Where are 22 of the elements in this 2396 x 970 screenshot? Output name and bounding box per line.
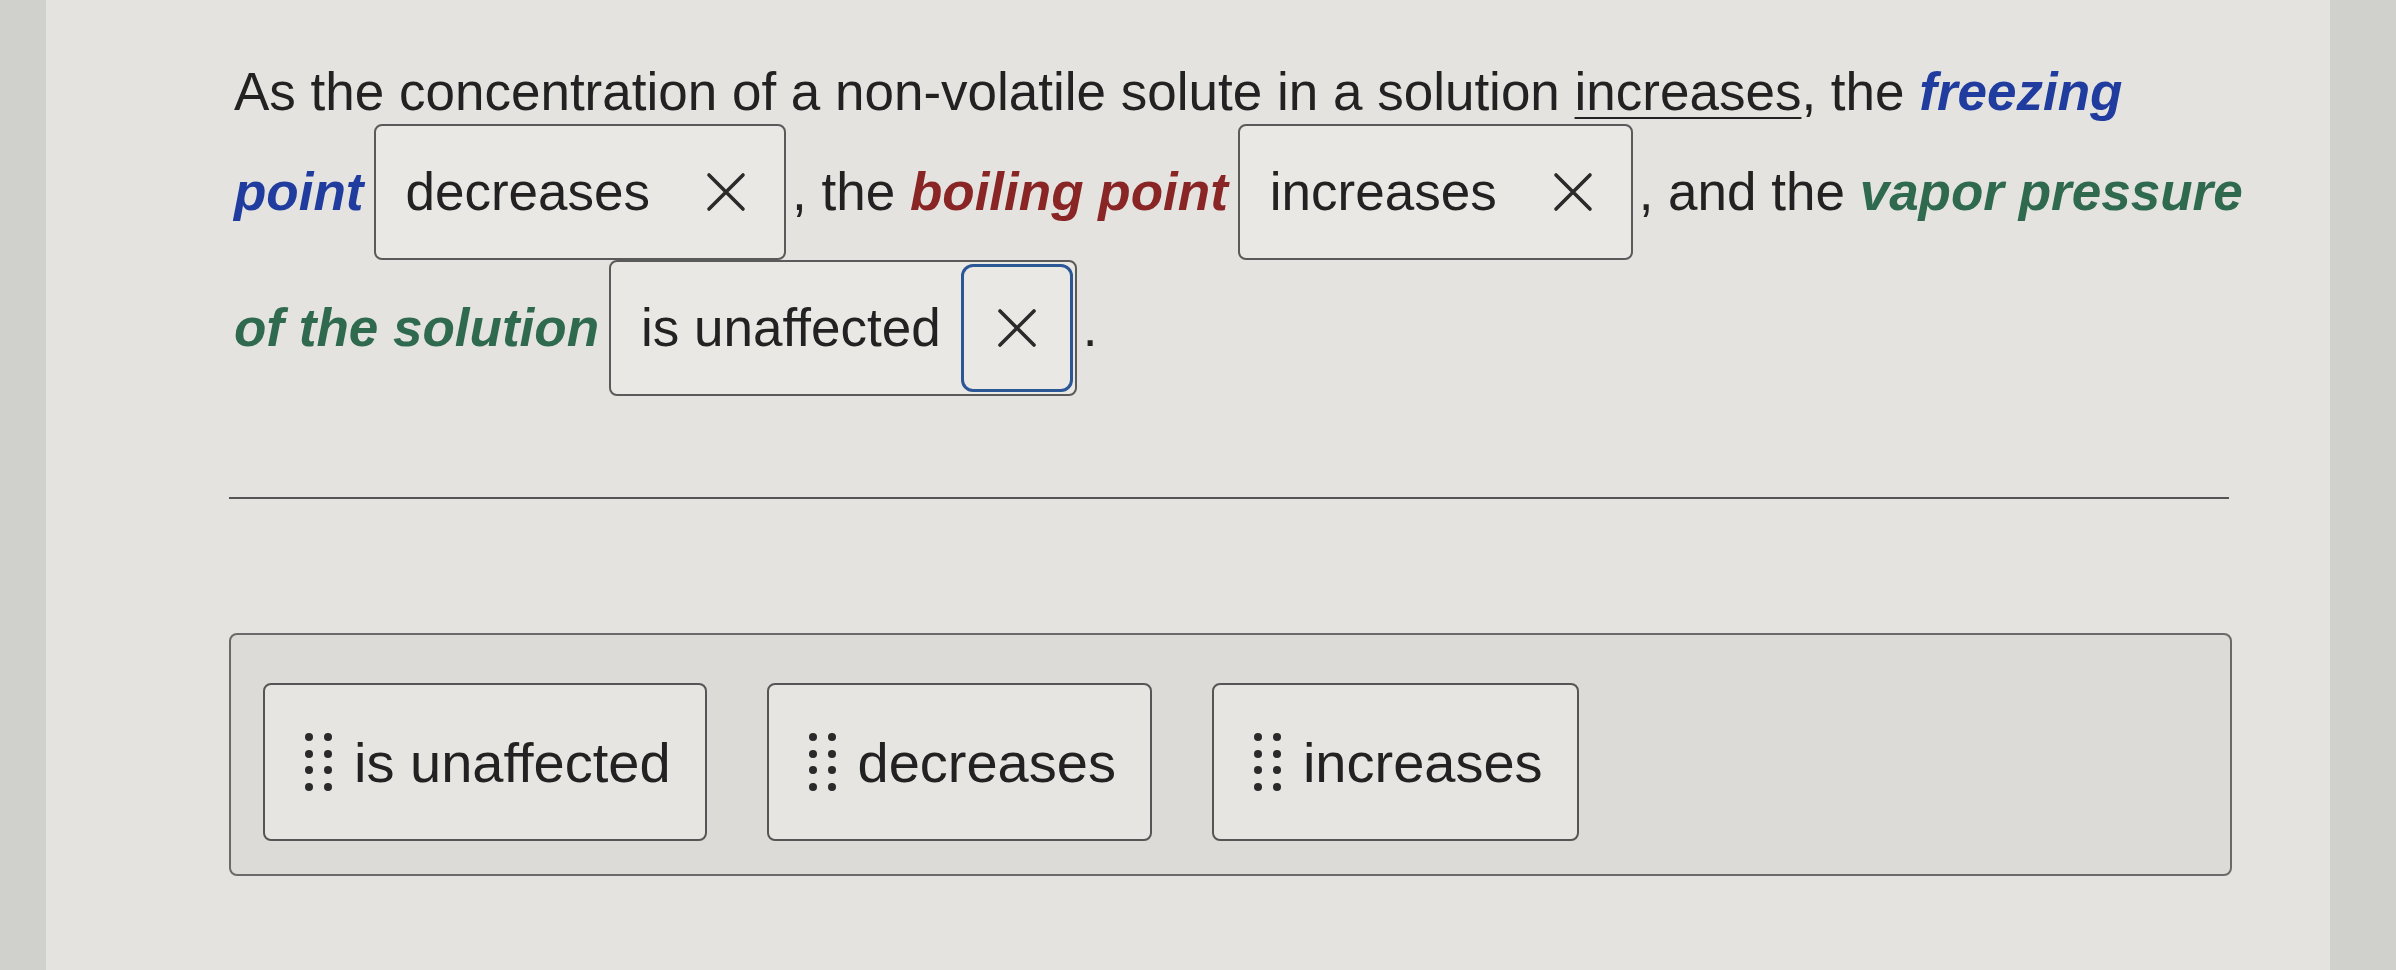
question-text: , the boiling point (792, 161, 1228, 223)
draggable-choice[interactable]: increases (1211, 683, 1579, 841)
answer-box[interactable]: decreases (373, 124, 787, 260)
answer-box[interactable]: is unaffected (609, 260, 1077, 396)
question-text: point (234, 161, 364, 223)
question-text: , and the vapor pressure (1638, 161, 2243, 223)
question-text: of the solution (234, 297, 600, 359)
remove-answer-button[interactable] (960, 264, 1073, 392)
answer-text: is unaffected (640, 297, 942, 359)
question-text: . (1082, 297, 1098, 359)
close-icon (1552, 172, 1593, 212)
answer-text: decreases (404, 161, 652, 223)
grip-dots-icon (808, 733, 836, 791)
grip-dots-icon (305, 733, 332, 791)
draggable-choice[interactable]: is unaffected (263, 683, 707, 841)
grip-dots-icon (1253, 733, 1281, 791)
question-text: As the concentration of a non-volatile solute in a solution increases, the freezing (234, 61, 2123, 123)
answer-box[interactable]: increases (1237, 124, 1633, 260)
draggable-choice[interactable]: decreases (766, 683, 1152, 841)
close-icon (706, 172, 747, 212)
answer-text: increases (1268, 161, 1498, 223)
close-icon (996, 308, 1037, 348)
